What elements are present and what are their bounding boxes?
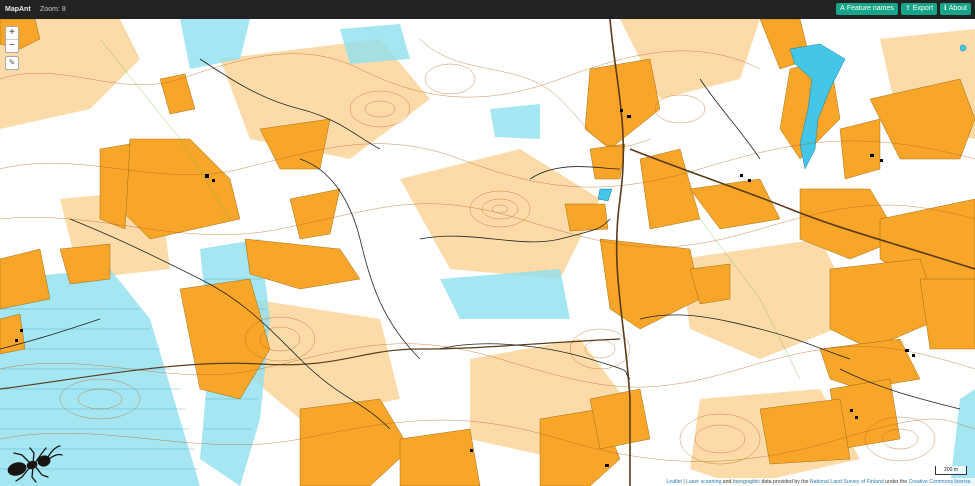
pencil-icon[interactable]: ✎: [5, 56, 19, 70]
export-button[interactable]: ⇪ Export: [900, 3, 938, 15]
scale-bar: 200 m: [935, 466, 967, 475]
about-button[interactable]: ℹ About: [940, 3, 971, 15]
feature-names-label: Feature names: [846, 5, 894, 12]
attribution-mid: data provided by the: [760, 479, 810, 485]
leaflet-link[interactable]: Leaflet: [666, 479, 682, 485]
orienteering-map[interactable]: [0, 19, 975, 486]
zoom-readout: Zoom: 8: [40, 6, 66, 13]
attribution-and: and: [721, 479, 733, 485]
app-title[interactable]: MapAnt: [5, 6, 31, 13]
laser-scanning-link[interactable]: Laser scanning: [686, 479, 721, 485]
zoom-controls: + −: [5, 26, 19, 53]
zoom-in-button[interactable]: +: [6, 27, 18, 40]
attribution-under: under the: [883, 479, 909, 485]
info-icon: ℹ: [944, 5, 947, 12]
zoom-out-button[interactable]: −: [6, 40, 18, 52]
topographic-link[interactable]: topographic: [733, 479, 760, 485]
zoom-label: Zoom:: [40, 6, 60, 13]
attribution: Leaflet | Laser scanning and topographic…: [663, 478, 975, 486]
license-link[interactable]: Creative Commons license: [909, 479, 971, 485]
attribution-end: .: [970, 479, 972, 485]
export-icon: ⇪: [904, 5, 911, 12]
about-label: About: [948, 5, 967, 12]
top-bar: MapAnt Zoom: 8 A Feature names ⇪ Export ℹ Ab…: [0, 0, 975, 19]
export-label: Export: [912, 5, 934, 12]
mapant-logo: [7, 445, 63, 483]
toolbar-buttons: A Feature names ⇪ Export ℹ About: [836, 3, 971, 15]
feature-names-button[interactable]: A Feature names: [836, 3, 898, 15]
nls-link[interactable]: National Land Survey of Finland: [810, 479, 884, 485]
font-icon: A: [840, 5, 845, 12]
zoom-value: 8: [61, 6, 66, 13]
